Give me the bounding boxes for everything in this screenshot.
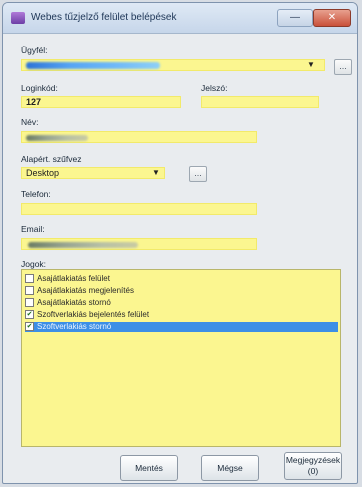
logincode-field[interactable]: 127 — [21, 96, 181, 108]
rights-listbox[interactable]: Asajátlakiatás felület Asajátlakiatás me… — [21, 269, 341, 447]
logincode-label: Loginkód: — [21, 83, 58, 93]
basic-rights-dropdown-arrow-icon[interactable]: ▼ — [151, 167, 161, 179]
checkbox-1[interactable] — [25, 286, 34, 296]
rights-item-1[interactable]: Asajátlakiatás megjelenítés — [25, 286, 134, 296]
client-value-redacted — [26, 62, 160, 69]
name-label: Név: — [21, 117, 39, 127]
rights-item-2[interactable]: Asajátlakiatás stornó — [25, 298, 111, 308]
rights-item-3[interactable]: ✔ Szoftverlakiás bejelentés felület — [25, 310, 149, 320]
client-select[interactable] — [21, 59, 325, 71]
checkbox-4-check-icon[interactable]: ✔ — [25, 322, 34, 332]
cancel-button[interactable]: Mégse — [201, 455, 259, 481]
rights-item-0[interactable]: Asajátlakiatás felület — [25, 274, 110, 284]
basic-rights-browse-button[interactable]: … — [189, 166, 207, 182]
checkbox-3-check-icon[interactable]: ✔ — [25, 310, 34, 320]
client-dropdown-arrow-icon[interactable]: ▼ — [306, 59, 316, 71]
window-title: Webes tűzjelző felület belépések — [31, 12, 177, 23]
notes-button[interactable]: Megjegyzések (0) — [284, 452, 342, 480]
password-label: Jelszó: — [201, 83, 228, 93]
name-field[interactable] — [21, 131, 257, 143]
email-value-redacted — [28, 242, 138, 248]
email-label: Email: — [21, 224, 45, 234]
rights-item-4-selected[interactable]: ✔ Szoftverlakiás stornó — [25, 322, 338, 332]
app-icon — [11, 12, 25, 24]
basic-rights-label: Alapért. szűfvez — [21, 154, 82, 164]
rights-label: Jogok: — [21, 259, 47, 269]
checkbox-0[interactable] — [25, 274, 34, 284]
title-bar[interactable]: Webes tűzjelző felület belépések — ✕ — [3, 3, 357, 34]
phone-label: Telefon: — [21, 189, 51, 199]
minimize-button[interactable]: — — [277, 9, 313, 27]
basic-rights-select[interactable]: Desktop — [21, 167, 165, 179]
client-label: Ügyfél: — [21, 45, 48, 55]
dialog-window: Webes tűzjelző felület belépések — ✕ Ügy… — [2, 2, 358, 484]
save-button[interactable]: Mentés — [120, 455, 178, 481]
phone-field[interactable] — [21, 203, 257, 215]
client-browse-button[interactable]: … — [334, 59, 352, 75]
password-field[interactable] — [201, 96, 319, 108]
email-field[interactable] — [21, 238, 257, 250]
checkbox-2[interactable] — [25, 298, 34, 308]
name-value-redacted — [26, 135, 88, 141]
close-button[interactable]: ✕ — [313, 9, 351, 27]
